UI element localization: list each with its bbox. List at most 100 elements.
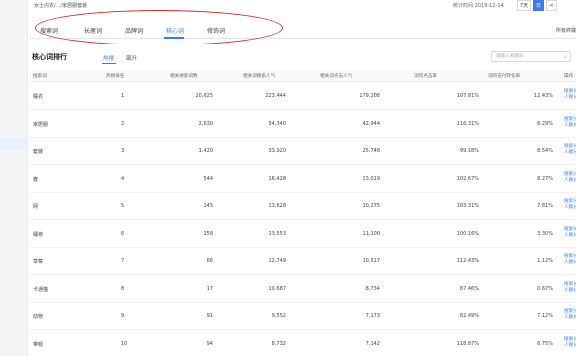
operation-links: 搜索分析人群分析 bbox=[564, 282, 576, 294]
crowd-analysis-link[interactable]: 人群分析 bbox=[564, 123, 576, 129]
col-rank[interactable]: 热搜排名 bbox=[106, 73, 124, 79]
cell-related-words: 1,420 bbox=[198, 148, 213, 154]
search-analysis-link[interactable]: 搜索分析 bbox=[564, 117, 576, 123]
stat-time: 统计时间 2019-12-14 bbox=[453, 3, 504, 9]
cell-cvr: 8.27% bbox=[537, 175, 553, 182]
period-7day-button[interactable]: 7天 bbox=[517, 0, 531, 11]
cell-cvr: 3.30% bbox=[537, 230, 553, 237]
col-search-pop[interactable]: 相关词搜索人气 bbox=[243, 73, 275, 79]
table-row: 睡袍 6 158 13,553 11,100 100.16% 3.30% 搜索分析人群分析 bbox=[30, 220, 576, 248]
cell-related-words: 158 bbox=[203, 230, 213, 237]
cell-search-pop: 13,628 bbox=[268, 203, 287, 209]
operation-links: 搜索分析人群分析 bbox=[564, 309, 576, 321]
cell-keyword: 春 bbox=[33, 176, 39, 183]
cell-keyword: 网 bbox=[33, 204, 39, 210]
cell-keyword: 草莓 bbox=[33, 259, 44, 265]
table-row: 家居服 2 2,630 54,340 42,944 116.31% 8.29% 搜索分析人群分… bbox=[30, 110, 576, 138]
col-keyword: 搜索词 bbox=[33, 74, 47, 79]
cell-cvr: 0.67% bbox=[537, 285, 553, 292]
main-area: 女士内衣/.../家居服套装 统计时间 2019-12-14 7天 日 < 搜索… bbox=[30, 0, 576, 356]
crowd-analysis-link[interactable]: 人群分析 bbox=[564, 178, 576, 184]
operation-links: 搜索分析人群分析 bbox=[564, 144, 576, 156]
cell-cvr: 1.12% bbox=[537, 258, 553, 264]
cell-search-pop: 54,340 bbox=[268, 120, 287, 127]
cell-keyword: 睡袍 bbox=[33, 231, 44, 238]
core-words-card: 核心词排行 热搜 飙升 请输入关键词 ⌕ 搜索词 热搜排名 相关搜索词数 相关词… bbox=[30, 44, 576, 356]
cell-ctr: 82.49% bbox=[459, 313, 479, 319]
period-day-button[interactable]: 日 bbox=[533, 0, 544, 11]
table-header: 搜索词 热搜排名 相关搜索词数 相关词搜索人气 相关词点击人气 词均点击率 词均… bbox=[30, 70, 576, 82]
keyword-search-input[interactable]: 请输入关键词 ⌕ bbox=[491, 51, 571, 62]
table-row: 草莓 7 66 12,749 10,517 112.43% 1.12% 搜索分析人群分析 bbox=[30, 247, 576, 275]
search-icon[interactable]: ⌕ bbox=[564, 53, 567, 62]
cell-rank: 2 bbox=[121, 120, 125, 127]
cell-rank: 8 bbox=[121, 285, 125, 292]
cell-ctr: 102.67% bbox=[456, 175, 479, 182]
subtab-hot[interactable]: 热搜 bbox=[103, 54, 114, 62]
cell-keyword: 卡通猫 bbox=[33, 286, 49, 293]
cell-click-pop: 8,734 bbox=[365, 285, 380, 292]
cell-search-pop: 13,553 bbox=[268, 230, 287, 237]
subtab-rising[interactable]: 飙升 bbox=[126, 54, 137, 62]
col-operation: 操作 bbox=[564, 74, 574, 79]
cell-cvr: 8.29% bbox=[537, 120, 553, 127]
table-row: 套装 3 1,420 33,920 25,748 99.18% 8.54% 搜索分析人群分析 bbox=[30, 137, 576, 165]
cell-ctr: 112.43% bbox=[456, 258, 479, 264]
operation-links: 搜索分析人群分析 bbox=[564, 199, 576, 211]
crowd-analysis-link[interactable]: 人群分析 bbox=[564, 260, 576, 266]
crowd-analysis-link[interactable]: 人群分析 bbox=[564, 95, 576, 101]
cell-keyword: 家居服 bbox=[33, 121, 49, 128]
cell-search-pop: 12,749 bbox=[268, 258, 287, 264]
crowd-analysis-link[interactable]: 人群分析 bbox=[564, 205, 576, 211]
cell-search-pop: 223,444 bbox=[265, 93, 286, 99]
card-title: 核心词排行 bbox=[32, 53, 67, 61]
cell-click-pop: 7,173 bbox=[365, 313, 380, 319]
cell-search-pop: 33,920 bbox=[268, 148, 287, 154]
cell-ctr: 103.31% bbox=[456, 203, 479, 209]
operation-links: 搜索分析人群分析 bbox=[564, 254, 576, 266]
cell-search-pop: 16,428 bbox=[268, 175, 287, 182]
cell-ctr: 100.16% bbox=[456, 230, 479, 237]
cell-click-pop: 7,142 bbox=[365, 340, 380, 347]
cell-keyword: 动物 bbox=[33, 314, 44, 320]
left-sidebar bbox=[0, 0, 28, 356]
operation-links: 搜索分析人群分析 bbox=[564, 337, 576, 349]
active-subtab-indicator bbox=[102, 63, 116, 65]
cell-click-pop: 11,100 bbox=[362, 230, 381, 237]
table-row: 春 4 544 16,428 13,019 102.67% 8.27% 搜索分析人群分析 bbox=[30, 165, 576, 193]
cell-cvr: 7.12% bbox=[537, 313, 553, 319]
search-analysis-link[interactable]: 搜索分析 bbox=[564, 282, 576, 288]
cell-keyword: 带帽 bbox=[33, 341, 44, 348]
search-analysis-link[interactable]: 搜索分析 bbox=[564, 172, 576, 178]
col-ctr[interactable]: 词均点击率 bbox=[414, 73, 437, 79]
cell-keyword: 睡衣 bbox=[33, 94, 44, 100]
cell-cvr: 6.75% bbox=[537, 340, 553, 347]
crowd-analysis-link[interactable]: 人群分析 bbox=[564, 315, 576, 321]
cell-ctr: 116.31% bbox=[456, 120, 479, 127]
crowd-analysis-link[interactable]: 人群分析 bbox=[564, 233, 576, 239]
table-row: 卡通猫 8 17 10,687 8,734 87.46% 0.67% 搜索分析人群分析 bbox=[30, 275, 576, 303]
col-related-words[interactable]: 相关搜索词数 bbox=[170, 73, 198, 79]
search-analysis-link[interactable]: 搜索分析 bbox=[564, 337, 576, 343]
cell-cvr: 8.54% bbox=[537, 148, 553, 154]
cell-click-pop: 13,019 bbox=[362, 175, 381, 182]
search-analysis-link[interactable]: 搜索分析 bbox=[564, 227, 576, 233]
cell-click-pop: 10,517 bbox=[362, 258, 381, 264]
table-row: 带帽 10 94 8,732 7,142 118.87% 6.75% 搜索分析人群分析 bbox=[30, 330, 576, 356]
prev-day-button[interactable]: < bbox=[546, 0, 557, 11]
cell-click-pop: 179,208 bbox=[359, 93, 380, 99]
channel-filter[interactable]: 所有终端 bbox=[556, 27, 576, 34]
crowd-analysis-link[interactable]: 人群分析 bbox=[564, 343, 576, 349]
cell-ctr: 99.18% bbox=[459, 148, 479, 154]
breadcrumb[interactable]: 女士内衣/.../家居服套装 bbox=[34, 2, 87, 9]
col-click-pop[interactable]: 相关词点击人气 bbox=[320, 73, 352, 79]
cell-rank: 4 bbox=[121, 175, 125, 182]
operation-links: 搜索分析人群分析 bbox=[564, 227, 576, 239]
cell-related-words: 145 bbox=[203, 203, 213, 209]
col-cvr[interactable]: 词均支付转化率 bbox=[488, 73, 520, 79]
search-placeholder: 请输入关键词 bbox=[496, 54, 523, 59]
crowd-analysis-link[interactable]: 人群分析 bbox=[564, 150, 576, 156]
cell-click-pop: 10,275 bbox=[362, 203, 381, 209]
cell-rank: 9 bbox=[121, 313, 125, 319]
crowd-analysis-link[interactable]: 人群分析 bbox=[564, 288, 576, 294]
